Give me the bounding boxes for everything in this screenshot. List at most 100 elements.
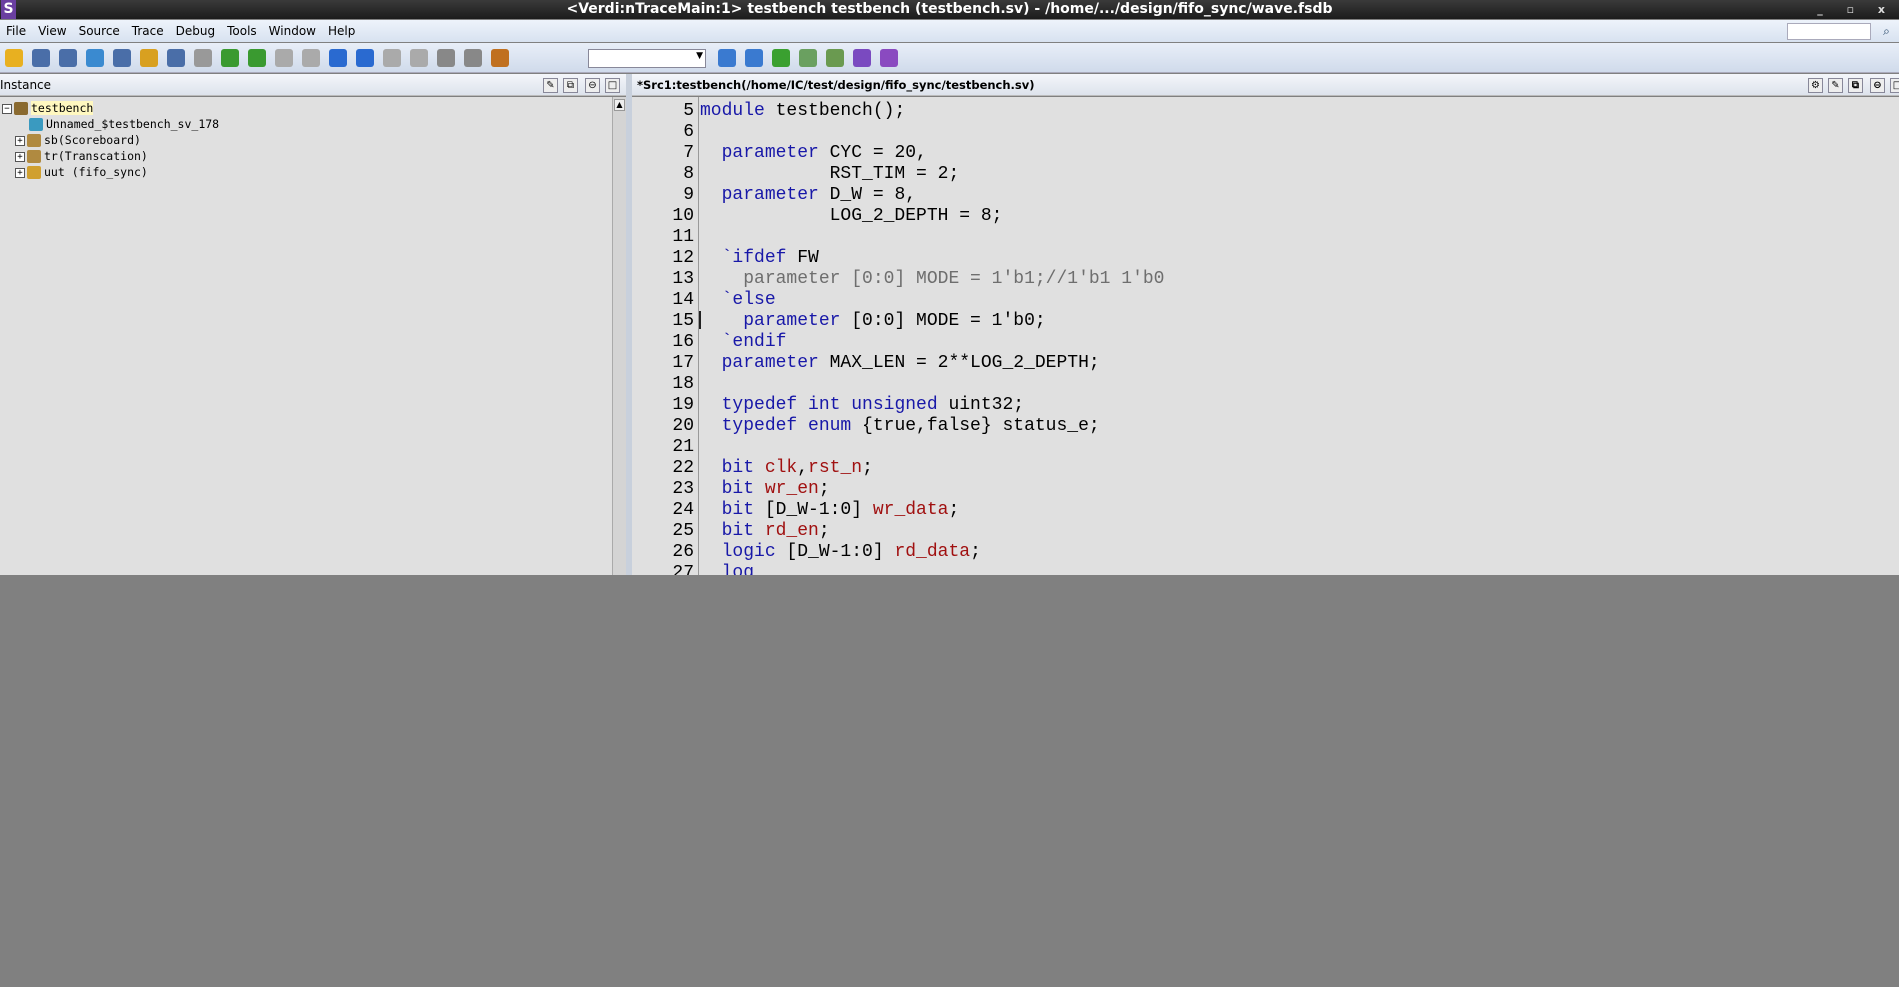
code-line[interactable]: parameter [0:0] MODE = 1'b1;//1'b1 1'b0 <box>700 269 1164 290</box>
settings-icon[interactable]: ⚙ <box>1808 78 1823 93</box>
undock-icon[interactable]: ⧉ <box>563 78 578 93</box>
pin-icon[interactable]: ✎ <box>543 78 558 93</box>
expand-icon[interactable]: + <box>15 151 25 162</box>
schematic-icon[interactable] <box>32 49 50 67</box>
find-icon[interactable] <box>718 49 736 67</box>
trace-driver-icon[interactable] <box>248 49 266 67</box>
hierarchy-icon[interactable] <box>86 49 104 67</box>
refresh-icon[interactable] <box>799 49 817 67</box>
code-token: RST_TIM = 2; <box>829 164 960 184</box>
source-panel-header: *Src1:testbench(/home/IC/test/design/fif… <box>632 74 1899 96</box>
code-line[interactable]: logic [D_W-1:0] rd_data; <box>700 542 981 563</box>
code-line[interactable]: `ifdef FW <box>700 248 819 269</box>
code-line[interactable]: bit [D_W-1:0] wr_data; <box>700 500 960 521</box>
apps-icon[interactable] <box>880 49 898 67</box>
tree-item[interactable]: + uut (fifo_sync) <box>15 164 148 180</box>
code-line[interactable]: parameter MAX_LEN = 2**LOG_2_DEPTH; <box>700 353 1100 374</box>
line-number: 19 <box>672 395 694 415</box>
keyword-token: bit <box>721 458 755 478</box>
minimize-icon[interactable]: ⊖ <box>1870 78 1885 93</box>
signal-token: clk <box>764 458 798 478</box>
line-number: 18 <box>672 374 694 394</box>
search-icon[interactable]: ⌕ <box>1878 23 1895 40</box>
module-icon <box>14 102 28 115</box>
chevron-down-icon: ▼ <box>696 51 703 61</box>
search-input[interactable] <box>1787 23 1871 40</box>
maximize-icon[interactable]: □ <box>1890 78 1899 93</box>
code-token: {true,false} status_e; <box>851 416 1100 436</box>
paste-icon[interactable] <box>194 49 212 67</box>
code-token: FW <box>786 248 819 268</box>
code-line[interactable]: log <box>700 563 754 575</box>
tree-item[interactable]: + sb(Scoreboard) <box>15 132 141 148</box>
keyword-token: `ifdef <box>721 248 787 268</box>
line-number: 21 <box>672 437 694 457</box>
load-icon[interactable] <box>356 49 374 67</box>
window-title: <Verdi:nTraceMain:1> testbench testbench… <box>566 1 1333 17</box>
forward-arrow-icon[interactable] <box>302 49 320 67</box>
instance-panel-header: Instance ✎ ⧉ ⊖ □ <box>0 74 626 96</box>
line-number: 8 <box>683 164 694 184</box>
code-line[interactable]: bit wr_en; <box>700 479 830 500</box>
uvm-icon[interactable] <box>853 49 871 67</box>
pin-icon[interactable]: ✎ <box>1828 78 1843 93</box>
menu-trace[interactable]: Trace <box>132 24 164 38</box>
down-icon[interactable] <box>410 49 428 67</box>
menu-view[interactable]: View <box>38 24 66 38</box>
code-token: ; <box>818 479 830 499</box>
notes-icon[interactable] <box>113 49 131 67</box>
code-line[interactable]: parameter CYC = 20, <box>700 143 927 164</box>
code-line[interactable]: bit clk,rst_n; <box>700 458 873 479</box>
keyword-token: parameter <box>721 143 819 163</box>
menu-tools[interactable]: Tools <box>227 24 257 38</box>
expand-icon[interactable]: + <box>15 135 25 146</box>
code-line[interactable]: typedef int unsigned uint32; <box>700 395 1024 416</box>
keyword-token: logic <box>721 542 776 562</box>
edit-icon[interactable] <box>167 49 185 67</box>
zoom-find-icon[interactable] <box>745 49 763 67</box>
menu-window[interactable]: Window <box>269 24 316 38</box>
code-line[interactable]: module testbench(); <box>700 101 905 122</box>
e-icon[interactable] <box>772 49 790 67</box>
design-icon[interactable] <box>59 49 77 67</box>
trace-load-icon[interactable] <box>221 49 239 67</box>
add-icon[interactable] <box>826 49 844 67</box>
driver-icon[interactable] <box>329 49 347 67</box>
maximize-icon[interactable]: □ <box>605 78 620 93</box>
menu-source[interactable]: Source <box>79 24 120 38</box>
expand-icon[interactable]: + <box>15 167 25 178</box>
scroll-up-icon[interactable]: ▲ <box>614 99 625 111</box>
tree-item[interactable]: + tr(Transcation) <box>15 148 148 164</box>
expand-icon[interactable] <box>437 49 455 67</box>
window-controls[interactable]: _ ▫ x <box>1817 0 1895 19</box>
tree-item[interactable]: − testbench <box>2 100 94 116</box>
back-arrow-icon[interactable] <box>275 49 293 67</box>
minimize-icon[interactable]: ⊖ <box>585 78 600 93</box>
code-line[interactable]: LOG_2_DEPTH = 8; <box>700 206 1003 227</box>
collapse-icon[interactable] <box>464 49 482 67</box>
source-code-view[interactable]: 5 6 7 8 9 10 11 12 13 14 15 16 17 18 19 20 21 22 23 24 25 26 2… <box>632 97 1899 575</box>
undock-icon[interactable]: ⧉ <box>1848 78 1863 93</box>
code-line[interactable]: parameter D_W = 8, <box>700 185 916 206</box>
tree-item[interactable]: Unnamed_$testbench_sv_178 <box>15 116 219 132</box>
menu-debug[interactable]: Debug <box>176 24 215 38</box>
code-line[interactable]: typedef enum {true,false} status_e; <box>700 416 1100 437</box>
up-icon[interactable] <box>383 49 401 67</box>
collapse-icon[interactable]: − <box>2 103 12 114</box>
code-line[interactable]: RST_TIM = 2; <box>700 164 960 185</box>
toolbar-combo[interactable]: ▼ <box>588 49 706 68</box>
code-token: ; <box>818 521 830 541</box>
code-line[interactable]: `endif <box>700 332 787 353</box>
code-line[interactable]: parameter [0:0] MODE = 1'b0; <box>700 311 1045 332</box>
keyword-token: `else <box>721 290 776 310</box>
scrollbar[interactable]: ▲ <box>612 97 626 575</box>
line-number: 10 <box>672 206 694 226</box>
bookmark-icon[interactable] <box>491 49 509 67</box>
code-line[interactable]: bit rd_en; <box>700 521 830 542</box>
menu-help[interactable]: Help <box>328 24 355 38</box>
code-line[interactable]: `else <box>700 290 776 311</box>
folder-icon[interactable] <box>140 49 158 67</box>
menu-file[interactable]: File <box>6 24 26 38</box>
open-folder-icon[interactable] <box>5 49 23 67</box>
